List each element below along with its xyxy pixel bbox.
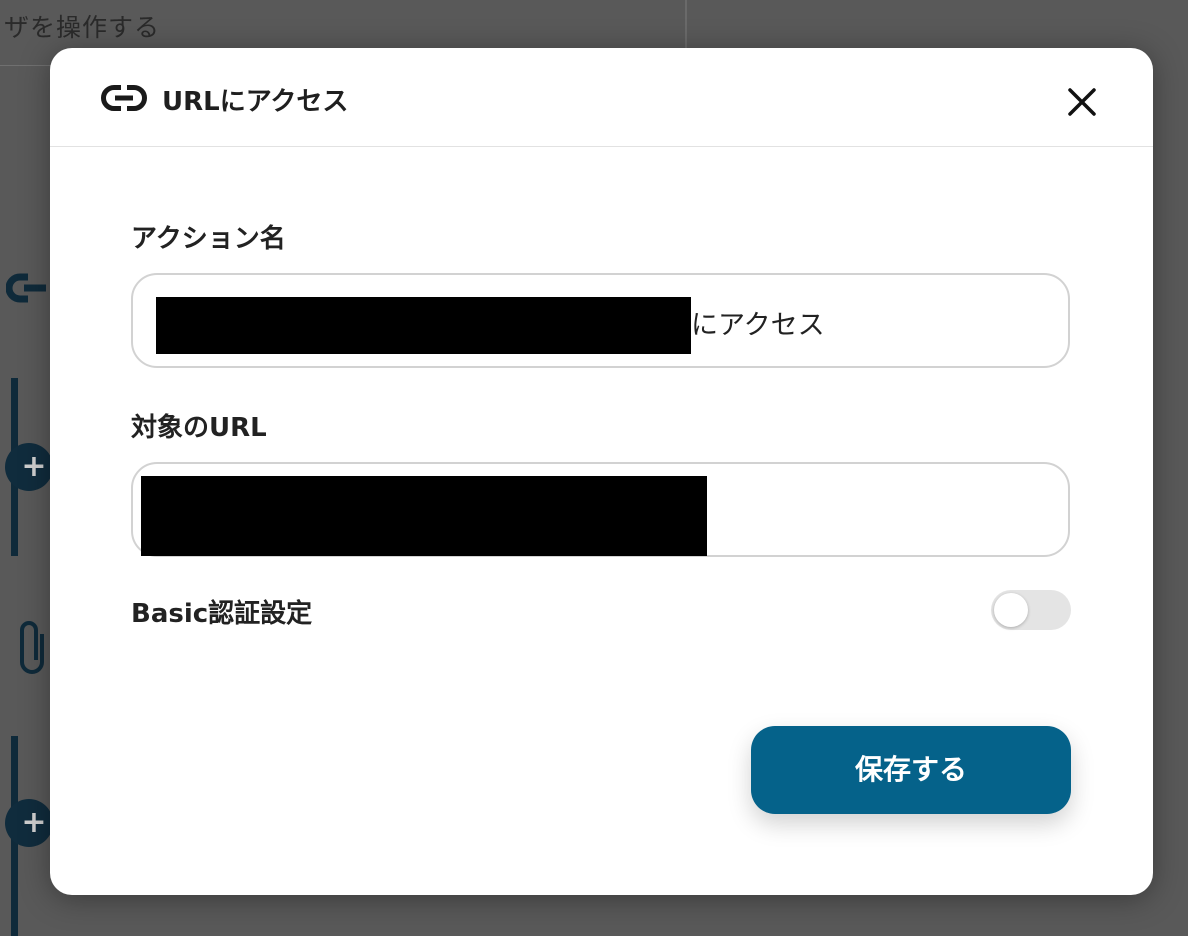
action-name-label: アクション名 xyxy=(131,224,286,254)
background-paperclip-icon xyxy=(20,621,44,674)
background-header-text: ザを操作する xyxy=(4,13,161,42)
close-icon[interactable] xyxy=(1062,82,1102,122)
modal-header: URLにアクセス xyxy=(50,48,1153,147)
action-name-suffix: にアクセス xyxy=(691,310,825,341)
toggle-knob xyxy=(994,593,1028,627)
background-divider xyxy=(686,0,687,48)
modal-title: URLにアクセス xyxy=(162,87,349,117)
background-flow-line-2: + xyxy=(5,736,53,936)
link-icon xyxy=(101,85,147,111)
target-url-input[interactable] xyxy=(131,462,1070,557)
action-name-input[interactable]: にアクセス xyxy=(131,273,1070,368)
basic-auth-label: Basic認証設定 xyxy=(131,599,313,629)
background-plus-icon: + xyxy=(5,443,53,491)
target-url-label: 対象のURL xyxy=(131,413,267,443)
background-plus-icon-2: + xyxy=(5,799,53,847)
basic-auth-toggle[interactable] xyxy=(991,590,1071,630)
redacted-block xyxy=(141,476,707,556)
background-link-icon xyxy=(6,273,46,303)
url-access-modal: URLにアクセス アクション名 にアクセス 対象のURL Basic認証設定 保… xyxy=(50,48,1153,895)
save-button[interactable]: 保存する xyxy=(751,726,1071,814)
background-flow-line: + xyxy=(5,378,53,556)
redacted-block xyxy=(156,297,691,354)
